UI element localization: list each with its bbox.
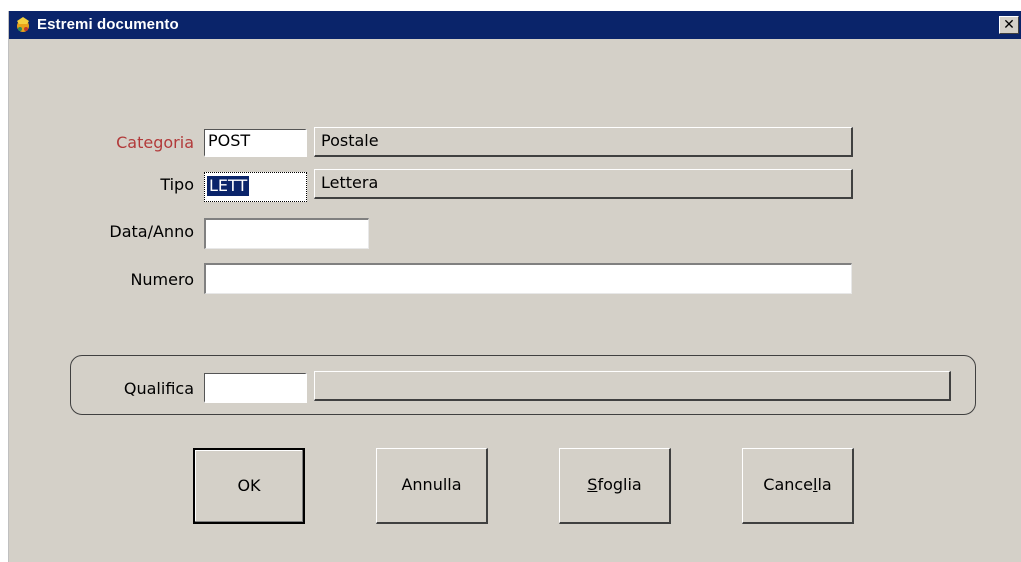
sfoglia-label-rest: foglia xyxy=(597,475,642,494)
categoria-description: Postale xyxy=(314,127,853,157)
tipo-selected-text: LETT xyxy=(207,176,250,196)
qualifica-code-field[interactable] xyxy=(204,373,307,403)
tipo-label: Tipo xyxy=(160,175,194,194)
sfoglia-mnemonic: S xyxy=(587,475,598,494)
numero-label: Numero xyxy=(130,270,194,289)
numero-field[interactable] xyxy=(204,263,852,294)
title-bar[interactable]: Estremi documento ✕ xyxy=(9,11,1021,39)
cancella-label-post: la xyxy=(817,475,832,494)
data-anno-label: Data/Anno xyxy=(109,222,194,241)
data-anno-field[interactable] xyxy=(204,218,369,249)
close-icon[interactable]: ✕ xyxy=(999,16,1019,34)
cancella-button[interactable]: Cancella xyxy=(742,448,854,524)
ok-button[interactable]: OK xyxy=(193,448,305,524)
app-icon xyxy=(17,17,29,32)
annulla-button[interactable]: Annulla xyxy=(376,448,488,524)
cancella-label-pre: Cance xyxy=(763,475,814,494)
categoria-label: Categoria xyxy=(116,133,194,152)
categoria-code-field[interactable]: POST xyxy=(204,129,307,157)
window-title: Estremi documento xyxy=(37,16,179,33)
dialog-window: Estremi documento ✕ Categoria POST Posta… xyxy=(8,11,1021,562)
sfoglia-button[interactable]: Sfoglia xyxy=(559,448,671,524)
tipo-code-field[interactable]: LETT xyxy=(204,172,307,202)
tipo-description: Lettera xyxy=(314,169,853,199)
qualifica-label: Qualifica xyxy=(123,379,194,398)
qualifica-description xyxy=(314,371,951,401)
